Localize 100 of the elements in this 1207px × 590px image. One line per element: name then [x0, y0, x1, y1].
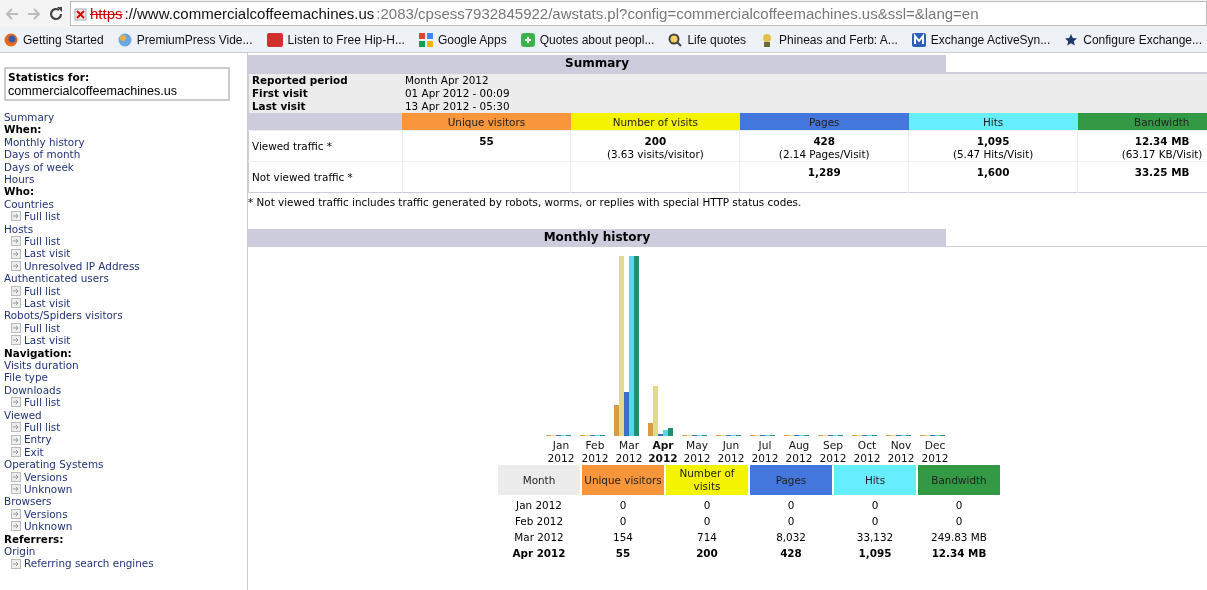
month-label: Jan — [552, 439, 570, 452]
month-label: Apr — [652, 439, 674, 452]
year-label: 2012 — [717, 452, 745, 465]
bookmark[interactable]: Quotes about peopl... — [520, 32, 655, 47]
reload-icon[interactable] — [48, 5, 64, 22]
bookmark[interactable]: Listen to Free Hip-H... — [266, 32, 405, 47]
year-label: 2012 — [683, 452, 711, 465]
submenu-link[interactable]: Versions — [24, 507, 68, 521]
submenu-link[interactable]: Full list — [24, 421, 61, 434]
menu-link[interactable]: Downloads — [4, 383, 247, 397]
menu-link[interactable]: Days of week — [4, 160, 247, 174]
month-label: May — [686, 439, 708, 452]
forward-icon[interactable] — [26, 6, 42, 21]
globe-icon — [117, 32, 132, 47]
table-cell-text: 0 — [954, 498, 964, 513]
submenu-link[interactable]: Full list — [24, 396, 61, 409]
bookmark[interactable]: Getting Started — [4, 32, 104, 47]
back-icon[interactable] — [4, 6, 20, 21]
submenu-link[interactable]: Entry — [24, 433, 52, 446]
month-label: Dec — [924, 439, 946, 452]
menu-link[interactable]: Hosts — [4, 222, 247, 236]
submenu-link[interactable]: Last visit — [24, 334, 71, 347]
address-bar[interactable]: https://www.commercialcoffeemachines.us:2083/cpsess7932845922/awstats.pl?config=commercialcoffeemachines.us&ssl=&lang=en — [70, 1, 1207, 26]
menu-link[interactable]: Robots/Spiders visitors — [4, 309, 247, 322]
period-label: Reported period — [248, 73, 402, 87]
column-header: Hits — [833, 464, 917, 496]
ratio-text: (5.47 Hits/Visit) — [952, 148, 1034, 161]
row-label: Viewed traffic * — [248, 130, 402, 162]
arrow-square-icon — [11, 508, 21, 519]
year-label: 2012 — [921, 452, 949, 465]
menu-link[interactable]: Viewed — [4, 408, 247, 421]
menu-link[interactable]: Browsers — [4, 495, 247, 508]
table-cell-text: 0 — [786, 514, 796, 529]
month-cell-text: Mar 2012 — [513, 530, 565, 545]
table-cell-text: 154 — [612, 530, 634, 545]
badge-icon — [266, 32, 283, 47]
period-label: Last visit — [248, 100, 402, 113]
bookmark[interactable]: Google Apps — [418, 32, 507, 47]
value-text: 33.25 MB — [1134, 166, 1190, 179]
menu-heading: Who: — [4, 185, 36, 198]
submenu-link[interactable]: Full list — [24, 284, 61, 298]
submenu-link[interactable]: Versions — [24, 470, 68, 483]
menu-link[interactable]: Authenticated users — [4, 272, 247, 285]
bookmark[interactable]: Life quotes — [668, 32, 747, 47]
submenu-link[interactable]: Full list — [24, 235, 61, 248]
year-label: 2012 — [785, 452, 813, 465]
menu-heading: Referrers: — [4, 532, 65, 545]
month-label: Mar — [619, 439, 639, 452]
value-text: 200 — [644, 135, 667, 148]
table-cell-text: 200 — [695, 546, 719, 561]
menu-link[interactable]: Visits duration — [4, 359, 247, 372]
arrow-square-icon — [11, 248, 21, 259]
arrow-square-icon — [11, 422, 21, 433]
bookmark[interactable]: Configure Exchange... — [1064, 32, 1202, 47]
row-label: Not viewed traffic * — [248, 161, 402, 193]
table-cell-text: 0 — [870, 498, 880, 513]
value-text: 1,095 — [976, 135, 1010, 148]
value-text: 1,600 — [976, 166, 1010, 179]
menu-link[interactable]: Countries — [4, 197, 247, 211]
table-cell-text: 33,132 — [855, 530, 895, 545]
submenu-link[interactable]: Last visit — [24, 297, 71, 310]
bookmark[interactable]: PremiumPress Vide... — [117, 32, 253, 47]
menu-link[interactable]: Hours — [4, 173, 247, 186]
bookmark[interactable]: Exchange ActiveSyn... — [911, 32, 1051, 47]
menu-link[interactable]: Monthly history — [4, 135, 247, 149]
menu-link[interactable]: File type — [4, 371, 247, 384]
submenu-link[interactable]: Unknown — [24, 520, 73, 533]
month-label: Nov — [890, 439, 912, 452]
period-value: 13 Apr 2012 - 05:30 — [402, 100, 1207, 113]
submenu-link[interactable]: Unresolved IP Address — [24, 259, 140, 273]
arrow-square-icon — [11, 558, 21, 569]
table-cell-text: 0 — [618, 514, 628, 529]
column-header: Pages — [749, 464, 833, 496]
menu-link[interactable]: Origin — [4, 544, 247, 558]
column-header: Unique visitors — [402, 113, 571, 131]
month-label: Jun — [722, 439, 740, 452]
year-label: 2012 — [615, 452, 643, 465]
month-cell-text: Feb 2012 — [513, 514, 565, 529]
submenu-link[interactable]: Referring search engines — [24, 557, 154, 570]
grid-icon — [418, 32, 433, 47]
year-label: 2012 — [581, 452, 609, 465]
period-value: 01 Apr 2012 - 00:09 — [402, 87, 1207, 100]
submenu-link[interactable]: Exit — [24, 445, 44, 459]
menu-link[interactable]: Operating Systems — [4, 458, 247, 471]
bookmark[interactable]: Phineas and Ferb: A... — [760, 32, 898, 47]
arrow-square-icon — [11, 434, 21, 445]
value-text: 428 — [813, 135, 836, 148]
table-cell-text: 1,095 — [857, 546, 893, 561]
submenu-link[interactable]: Full list — [24, 321, 61, 335]
submenu-link[interactable]: Last visit — [24, 247, 71, 260]
year-label: 2012 — [853, 452, 881, 465]
arrow-square-icon — [11, 447, 21, 457]
period-label: First visit — [248, 87, 402, 100]
menu-link[interactable]: Days of month — [4, 148, 247, 161]
table-cell-text: 12.34 MB — [930, 546, 988, 561]
menu-link[interactable]: Summary — [4, 111, 247, 124]
submenu-link[interactable]: Unknown — [24, 483, 73, 496]
table-cell-text: 55 — [614, 546, 632, 561]
menu-heading: Navigation: — [4, 346, 73, 359]
submenu-link[interactable]: Full list — [24, 210, 61, 223]
